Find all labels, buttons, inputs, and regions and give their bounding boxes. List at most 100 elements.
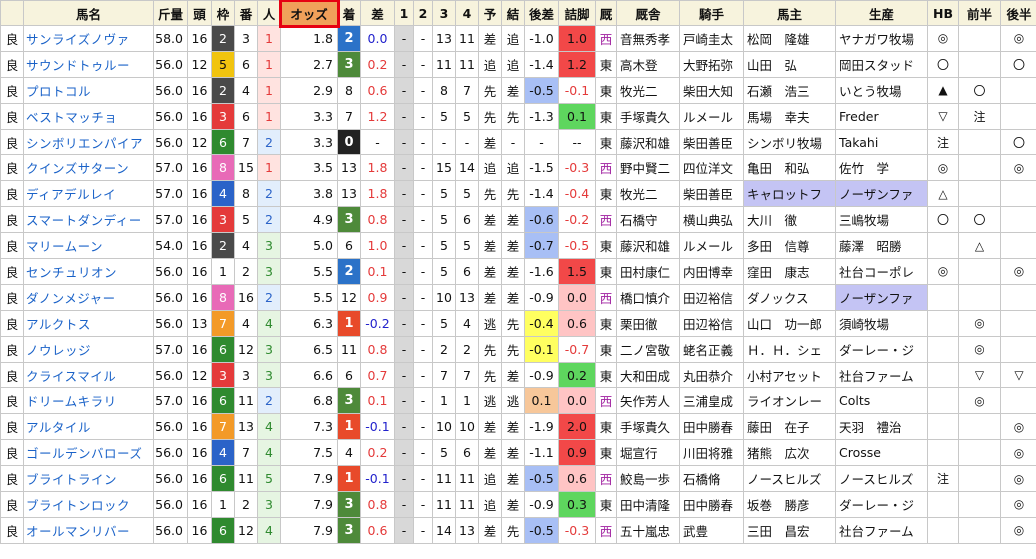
cell-kou — [1000, 206, 1036, 234]
cell-name[interactable]: サンライズノヴァ — [23, 25, 154, 52]
cell-waku: 2 — [211, 25, 235, 52]
cell-odds: 5.5 — [280, 258, 338, 285]
table-row[interactable]: 良スマートダンディー 57.0 16 3 5 2 4.9 3 0.8- -5 6 差差 -0.6 -0.2… — [0, 206, 1036, 234]
cell-c4: 11 — [455, 491, 479, 518]
cell-name[interactable]: クライスマイル — [23, 361, 154, 389]
cell-stable: 二ノ宮敬 — [616, 335, 680, 363]
cell-name[interactable]: スマートダンディー — [23, 206, 154, 234]
cell-name[interactable]: センチュリオン — [23, 258, 154, 285]
column-header-tsume[interactable]: 詰脚 — [558, 0, 596, 26]
cell-c4: 1 — [455, 387, 479, 415]
table-row[interactable]: 良シンボリエンパイア 56.0 12 6 7 2 3.3 0- - - - - 差 - - -- 東藤沢和雄 柴田… — [0, 128, 1036, 156]
cell-c4: 11 — [455, 25, 479, 52]
cell-name[interactable]: シンボリエンパイア — [23, 128, 154, 156]
cell-name[interactable]: ブライトンロック — [23, 491, 154, 518]
cell-name[interactable]: サウンドトゥルー — [23, 50, 154, 78]
cell-owner: ダノックス — [743, 283, 836, 311]
column-header-yo[interactable]: 予 — [478, 0, 502, 26]
column-header-fin[interactable]: 着 — [337, 0, 361, 26]
column-header-ban[interactable]: 番 — [234, 0, 258, 26]
cell-name[interactable]: ディアデルレイ — [23, 180, 154, 208]
table-row[interactable]: 良ノウレッジ 57.0 16 6 12 3 6.5 11 0.8- -2 2 先先 -0.1 -0.7 東二… — [0, 335, 1036, 363]
cell-breeder: 三嶋牧場 — [835, 206, 928, 234]
table-row[interactable]: 良クインズサターン 57.0 16 8 15 1 3.5 13 1.8- -15 14 追追 -1.5-… — [0, 154, 1036, 182]
table-row[interactable]: 良ゴールデンバローズ 56.0 16 4 7 4 7.5 4 0.2- -5 6 差差 -1.1 0.9 東… — [0, 439, 1036, 467]
column-header-jockey[interactable]: 騎手 — [679, 0, 744, 26]
cell-stable: 牧光二 — [616, 76, 680, 104]
cell-name[interactable]: アルクトス — [23, 309, 154, 337]
cell-ke: 差 — [501, 413, 525, 441]
table-row[interactable]: 良ドリームキラリ 57.0 16 6 11 2 6.8 3 0.1- -1 1 逃逃 0.1 0.0 西矢作… — [0, 387, 1036, 415]
column-header-c1[interactable]: 1 — [394, 0, 414, 26]
cell-name[interactable]: マリームーン — [23, 232, 154, 260]
column-header-kou[interactable]: 後半 — [1000, 0, 1036, 26]
cell-hb — [927, 232, 959, 260]
cell-zen — [958, 180, 1001, 208]
cell-odds: 7.9 — [280, 465, 338, 493]
column-header-c4[interactable]: 4 — [455, 0, 479, 26]
cell-name[interactable]: ノウレッジ — [23, 335, 154, 363]
cell-stable: 手塚貴久 — [616, 102, 680, 130]
cell-name[interactable]: プロトコル — [23, 76, 154, 104]
cell-tsume: -0.4 — [558, 180, 596, 208]
cell-c1: - — [394, 465, 414, 493]
table-row[interactable]: 良アルクトス 56.0 13 7 4 4 6.3 1 -0.2- -5 4 逃先 -0.4 0.6 東栗田徹… — [0, 309, 1036, 337]
table-row[interactable]: 良ブライトンロック 56.0 16 1 2 3 7.9 3 0.8- -11 11 追差 -0.9 0.3… — [0, 491, 1036, 518]
cell-name[interactable]: ドリームキラリ — [23, 387, 154, 415]
cell-name[interactable]: アルタイル — [23, 413, 154, 441]
cell-name[interactable]: ダノンメジャー — [23, 283, 154, 311]
cell-name[interactable]: ベストマッチョ — [23, 102, 154, 130]
column-header-sa[interactable]: 差 — [360, 0, 395, 26]
column-header-c2[interactable]: 2 — [413, 0, 433, 26]
cell-waku: 4 — [211, 180, 235, 208]
column-header-tou[interactable]: 頭 — [187, 0, 212, 26]
column-header-stable[interactable]: 厩舎 — [616, 0, 680, 26]
column-header-c3[interactable]: 3 — [432, 0, 456, 26]
cell-name[interactable]: オールマンリバー — [23, 516, 154, 544]
column-header-breeder[interactable]: 生産 — [835, 0, 928, 26]
cell-c4: 2 — [455, 335, 479, 363]
column-header-hb[interactable]: HB — [927, 0, 959, 26]
cell-name[interactable]: クインズサターン — [23, 154, 154, 182]
table-row[interactable]: 良サウンドトゥルー 56.0 12 5 6 1 2.7 3 0.2- -11 11 追追 -1.4 1.2… — [0, 50, 1036, 78]
table-row[interactable]: 良クライスマイル 56.0 12 3 3 3 6.6 6 0.7- -7 7 先差 -0.9 0.2 東大和… — [0, 361, 1036, 389]
column-header-kousa[interactable]: 後差 — [524, 0, 559, 26]
cell-jockey: ルメール — [679, 232, 744, 260]
cell-ki: 西 — [595, 465, 617, 493]
cell-yo: 差 — [478, 283, 502, 311]
table-row[interactable]: 良サンライズノヴァ 58.0 16 2 3 1 1.8 2 0.0- -13 11 差追 -1.0 1.0… — [0, 25, 1036, 52]
table-row[interactable]: 良マリームーン 54.0 16 2 4 3 5.0 6 1.0- -5 5 差差 -0.7 -0.5 東藤沢… — [0, 232, 1036, 260]
table-row[interactable]: 良ブライトライン 56.0 16 6 11 5 7.9 1 -0.1- -11 11 追差 -0.5 0.… — [0, 465, 1036, 493]
cell-waku: 6 — [211, 128, 235, 156]
table-row[interactable]: 良アルタイル 56.0 16 7 13 4 7.3 1 -0.1- -10 10 差差 -1.9 2.0 東… — [0, 413, 1036, 441]
cell-kousa: -1.9 — [524, 413, 559, 441]
cell-tsume: -0.3 — [558, 516, 596, 544]
table-row[interactable]: 良ベストマッチョ 56.0 16 3 6 1 3.3 7 1.2- -5 5 先先 -1.3 0.1 東手塚… — [0, 102, 1036, 130]
table-row[interactable]: 良プロトコル 56.0 16 2 4 1 2.9 8 0.6- -8 7 先差 -0.5 -0.1 東牧光二… — [0, 76, 1036, 104]
column-header-waku[interactable]: 枠 — [211, 0, 235, 26]
column-header-zen[interactable]: 前半 — [958, 0, 1001, 26]
table-row[interactable]: 良オールマンリバー 56.0 16 6 12 4 7.9 3 0.6- -14 13 差先 -0.5 -0… — [0, 516, 1036, 544]
cell-kousa: -0.4 — [524, 309, 559, 337]
column-header-odds[interactable]: オッズ — [278, 0, 340, 28]
column-header-ki[interactable]: 厩 — [595, 0, 617, 26]
cell-owner: 馬場 幸夫 — [743, 102, 836, 130]
table-row[interactable]: 良ダノンメジャー 56.0 16 8 16 2 5.5 12 0.9- -10 13 差差 -0.9 0.… — [0, 283, 1036, 311]
cell-name[interactable]: ブライトライン — [23, 465, 154, 493]
column-header-ke[interactable]: 結 — [501, 0, 525, 26]
cell-c4: - — [455, 128, 479, 156]
column-header-cond[interactable] — [0, 0, 24, 26]
column-header-owner[interactable]: 馬主 — [743, 0, 836, 26]
cell-cond: 良 — [0, 283, 24, 311]
table-row[interactable]: 良センチュリオン 56.0 16 1 2 3 5.5 2 0.1- -5 6 差差 -1.6 1.5 東田村… — [0, 258, 1036, 285]
cell-jockey: 田中勝春 — [679, 413, 744, 441]
cell-sa: 1.2 — [360, 102, 395, 130]
cell-c2: - — [413, 335, 433, 363]
column-header-kin[interactable]: 斤量 — [153, 0, 188, 26]
cell-yo: 差 — [478, 439, 502, 467]
cell-ki: 東 — [595, 180, 617, 208]
column-header-pop[interactable]: 人 — [257, 0, 281, 26]
column-header-name[interactable]: 馬名 — [23, 0, 154, 26]
cell-name[interactable]: ゴールデンバローズ — [23, 439, 154, 467]
table-row[interactable]: 良ディアデルレイ 57.0 16 4 8 2 3.8 13 1.8- -5 5 先先 -1.4 -0.4 東… — [0, 180, 1036, 208]
